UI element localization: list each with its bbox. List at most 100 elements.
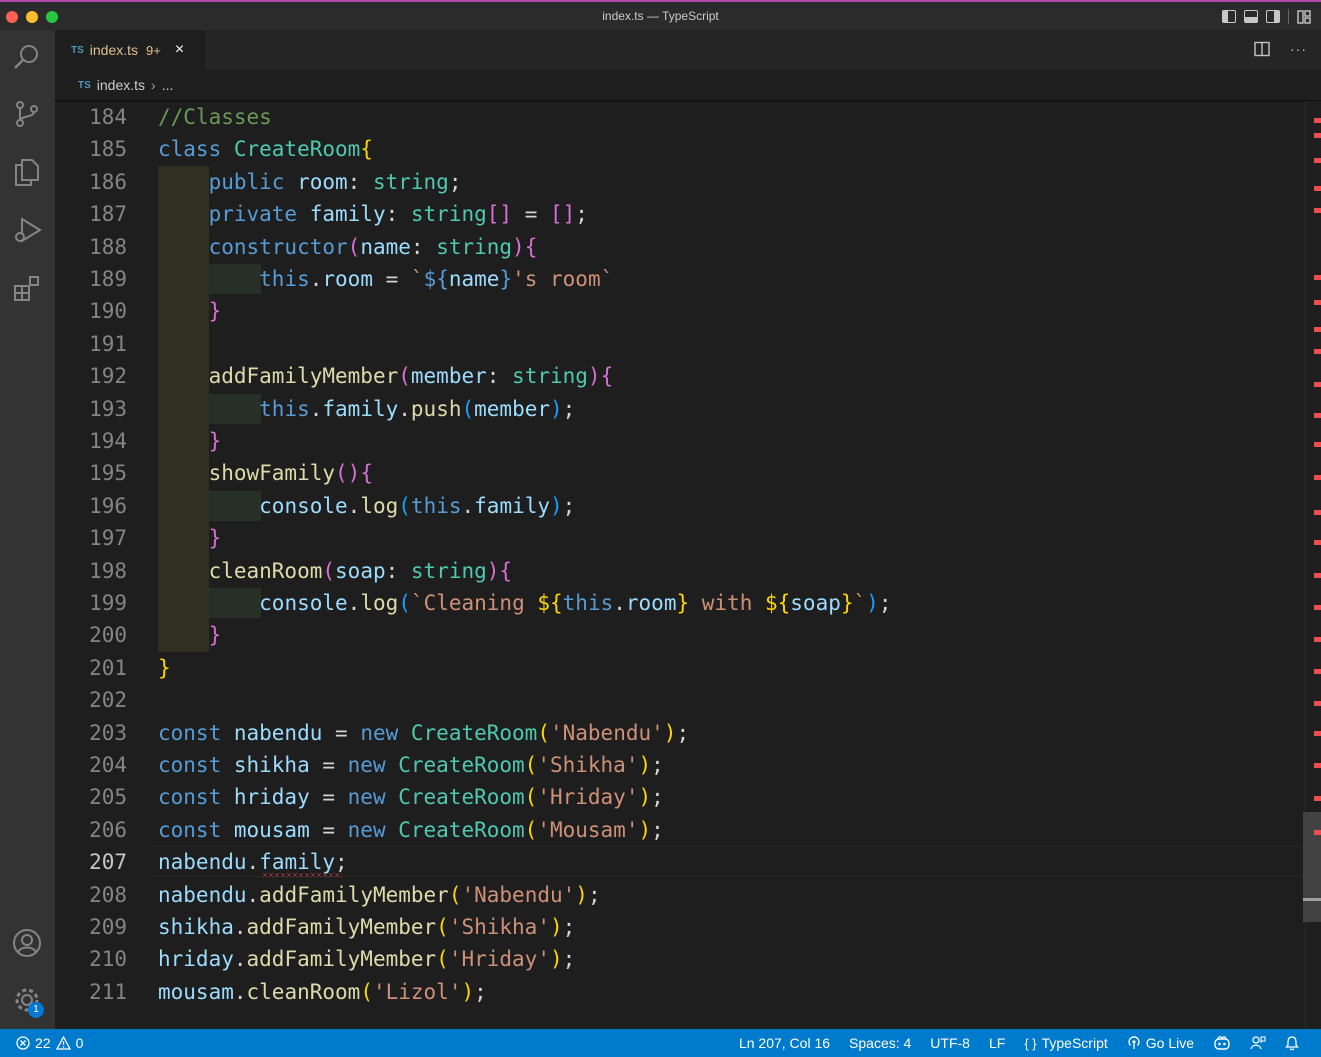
cursor-position[interactable]: Ln 207, Col 16 — [739, 1035, 830, 1051]
line-number: 193 — [89, 396, 127, 421]
code-line[interactable]: 208 nabendu.addFamilyMember('Nabendu'); — [55, 879, 1305, 911]
tab-label: index.ts — [89, 42, 139, 58]
code-line[interactable]: 204 const shikha = new CreateRoom('Shikha… — [55, 749, 1305, 781]
code-line[interactable]: 194 } — [55, 425, 1305, 457]
code-line[interactable]: 185 class CreateRoom{ — [55, 133, 1305, 165]
window-controls — [6, 11, 58, 23]
indentation[interactable]: Spaces: 4 — [849, 1035, 911, 1051]
code-text: private family: string[] = []; — [208, 202, 588, 227]
code-line[interactable]: 198 cleanRoom(soap: string){ — [55, 555, 1305, 587]
code-text: } — [208, 299, 222, 324]
line-number: 196 — [89, 493, 127, 518]
error-marker — [1314, 413, 1321, 418]
braces-icon: { } — [1024, 1035, 1037, 1051]
chevron-right-icon: › — [151, 77, 156, 93]
code-line[interactable]: 206 const mousam = new CreateRoom('Mousam… — [55, 814, 1305, 846]
code-text: this.room = `${name}'s room` — [259, 267, 614, 291]
editor-actions: ··· — [1254, 41, 1307, 57]
code-line[interactable]: 190 } — [55, 295, 1305, 327]
error-marker — [1314, 701, 1321, 706]
search-icon[interactable] — [10, 40, 44, 74]
window-title: index.ts — TypeScript — [602, 9, 719, 23]
explorer-icon[interactable] — [10, 155, 44, 189]
line-number: 187 — [89, 202, 127, 227]
cursor-position-marker — [1303, 898, 1321, 901]
notifications-bell-icon[interactable] — [1285, 1035, 1299, 1051]
code-line[interactable]: 189 this.room = `${name}'s room` — [55, 263, 1305, 295]
tab-close-button[interactable]: × — [175, 41, 184, 59]
code-line[interactable]: 184 //Classes — [55, 101, 1305, 133]
code-line[interactable]: 191 — [55, 328, 1305, 360]
breadcrumb-file[interactable]: index.ts — [97, 77, 145, 93]
run-and-debug-icon[interactable] — [10, 213, 44, 247]
code-line[interactable]: 197 } — [55, 522, 1305, 554]
code-editor[interactable]: 184 //Classes 185 class CreateRoom{186 publ… — [55, 101, 1305, 1030]
code-line[interactable]: 211 mousam.cleanRoom('Lizol'); — [55, 976, 1305, 1008]
source-control-icon[interactable] — [10, 97, 44, 131]
code-text: } — [158, 655, 171, 680]
code-line[interactable]: 193 this.family.push(member); — [55, 393, 1305, 425]
breadcrumb-symbols[interactable]: ... — [162, 77, 174, 93]
encoding[interactable]: UTF-8 — [930, 1035, 970, 1051]
code-line[interactable]: 195 showFamily(){ — [55, 457, 1305, 489]
error-marker — [1314, 327, 1321, 332]
code-text: showFamily(){ — [208, 461, 373, 486]
maximize-window-button[interactable] — [46, 11, 58, 23]
code-text: constructor(name: string){ — [208, 234, 538, 259]
feedback-icon[interactable] — [1250, 1035, 1266, 1051]
code-line[interactable]: 200 } — [55, 619, 1305, 651]
line-number: 198 — [89, 558, 127, 583]
line-number: 204 — [89, 753, 127, 777]
language-mode[interactable]: { } TypeScript — [1024, 1035, 1107, 1051]
copilot-icon[interactable] — [1213, 1035, 1231, 1051]
end-of-line[interactable]: LF — [989, 1035, 1005, 1051]
line-number: 211 — [89, 979, 127, 1004]
toggle-primary-sidebar-icon[interactable] — [1222, 10, 1236, 23]
warning-icon — [55, 1036, 71, 1050]
code-line[interactable]: 199 console.log(`Cleaning ${this.room} w… — [55, 587, 1305, 619]
minimize-window-button[interactable] — [26, 11, 38, 23]
code-line[interactable]: 203 const nabendu = new CreateRoom('Naben… — [55, 717, 1305, 749]
toggle-secondary-sidebar-icon[interactable] — [1266, 10, 1280, 23]
code-line[interactable]: 205 const hriday = new CreateRoom('Hriday… — [55, 781, 1305, 813]
customize-layout-icon[interactable] — [1297, 9, 1311, 24]
go-live-button[interactable]: Go Live — [1127, 1035, 1194, 1051]
code-line[interactable]: 188 constructor(name: string){ — [55, 231, 1305, 263]
code-line[interactable]: 192 addFamilyMember(member: string){ — [55, 360, 1305, 392]
code-text: this.family.push(member); — [259, 396, 576, 421]
tab-bar: TS index.ts 9+ × ··· — [55, 30, 1321, 70]
line-number: 184 — [89, 105, 127, 129]
code-line[interactable]: 186 public room: string; — [55, 166, 1305, 198]
close-window-button[interactable] — [6, 11, 18, 23]
line-number: 207 — [89, 850, 127, 875]
code-line[interactable]: 202 — [55, 684, 1305, 716]
tab-index-ts[interactable]: TS index.ts 9+ × — [55, 30, 205, 70]
more-actions-button[interactable]: ··· — [1290, 41, 1307, 57]
code-line[interactable]: 207 nabendu.family; — [55, 846, 1305, 878]
error-icon — [16, 1036, 30, 1050]
split-editor-icon[interactable] — [1254, 41, 1270, 57]
code-text: const shikha = new CreateRoom('Shikha'); — [158, 753, 664, 777]
line-number: 191 — [89, 331, 127, 356]
line-number: 194 — [89, 429, 127, 453]
code-line[interactable]: 201} — [55, 652, 1305, 684]
code-text: } — [208, 526, 222, 551]
error-marker — [1314, 275, 1321, 280]
code-text: public room: string; — [208, 169, 462, 194]
accounts-icon[interactable] — [10, 926, 44, 960]
code-text: nabendu.addFamilyMember('Nabendu'); — [158, 882, 601, 907]
toggle-panel-icon[interactable] — [1244, 10, 1258, 23]
line-number: 199 — [89, 591, 127, 615]
extensions-icon[interactable] — [10, 271, 44, 305]
code-line[interactable]: 210 hriday.addFamilyMember('Hriday'); — [55, 943, 1305, 975]
line-number: 202 — [89, 688, 127, 713]
typescript-file-icon: TS — [78, 79, 91, 91]
scrollbar-thumb[interactable] — [1303, 812, 1321, 922]
code-line[interactable]: 209 shikha.addFamilyMember('Shikha'); — [55, 911, 1305, 943]
language-label: TypeScript — [1041, 1035, 1108, 1051]
problems-status[interactable]: 22 0 — [16, 1035, 83, 1051]
code-line[interactable]: 187 private family: string[] = []; — [55, 198, 1305, 230]
error-marker — [1314, 669, 1321, 674]
code-line[interactable]: 196 console.log(this.family); — [55, 490, 1305, 522]
layout-controls — [1222, 9, 1311, 24]
